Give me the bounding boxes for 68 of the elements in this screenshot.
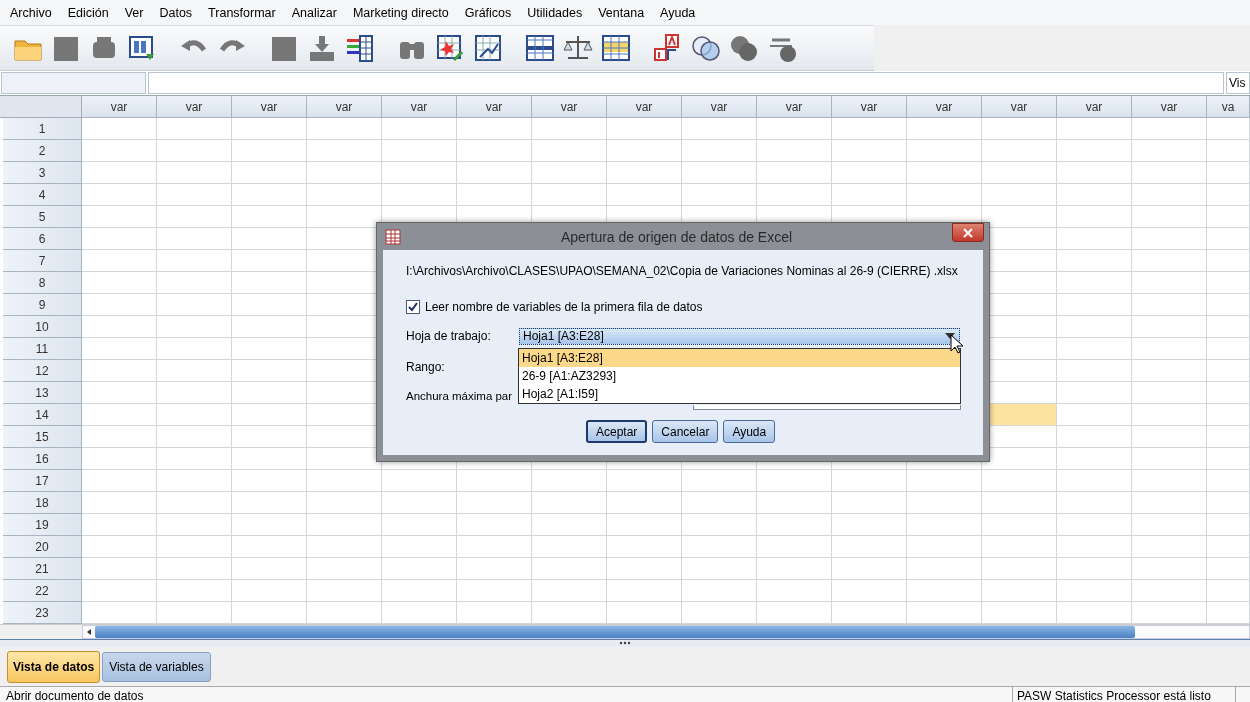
column-header[interactable]: var — [982, 96, 1057, 118]
menu-item[interactable]: Archivo — [2, 5, 60, 20]
processor-status: PASW Statistics Processor está listo — [1013, 687, 1236, 702]
row-header[interactable]: 8 — [3, 272, 82, 294]
row-header[interactable]: 14 — [3, 404, 82, 426]
menu-item[interactable]: Marketing directo — [344, 5, 457, 20]
menu-item[interactable]: Edición — [59, 5, 117, 20]
column-header[interactable]: var — [832, 96, 907, 118]
dropdown-option[interactable]: 26-9 [A1:AZ3293] — [519, 367, 960, 385]
row-header[interactable]: 9 — [3, 294, 82, 316]
dialog-button[interactable]: Aceptar — [586, 420, 648, 443]
column-header[interactable]: var — [607, 96, 682, 118]
row-header[interactable]: 13 — [3, 382, 82, 404]
row-header[interactable]: 17 — [3, 470, 82, 492]
row-header[interactable]: 16 — [3, 448, 82, 470]
worksheet-dropdown[interactable]: Hoja1 [A3:E28] — [519, 327, 960, 345]
menu-item[interactable]: Ventana — [590, 5, 653, 20]
menu-item[interactable]: Ayuda — [652, 5, 704, 20]
row-header[interactable]: 11 — [3, 338, 82, 360]
row-header[interactable]: 15 — [3, 426, 82, 448]
row-header[interactable]: 7 — [3, 250, 82, 272]
menu-item[interactable]: Transformar — [200, 5, 284, 20]
column-header[interactable]: var — [1057, 96, 1132, 118]
view-tab[interactable]: Vista de datos — [7, 650, 101, 683]
view-tab[interactable]: Vista de variables — [102, 651, 211, 682]
column-header[interactable]: var — [157, 96, 232, 118]
column-header[interactable]: var — [682, 96, 757, 118]
file-path: I:\Archivos\Archivo\CLASES\UPAO\SEMANA_02\Copia de Variaciones Nominas al 26-9 (CIERRE) .xlsx — [406, 264, 959, 278]
worksheet-label: Hoja de trabajo: — [406, 329, 492, 343]
row-header[interactable]: 3 — [3, 162, 82, 184]
dropdown-option[interactable]: Hoja1 [A3:E28] — [519, 349, 960, 367]
max-width-label: Anchura máxima par — [406, 390, 513, 402]
dropdown-option[interactable]: Hoja2 [A1:I59] — [519, 385, 960, 403]
row-header[interactable]: 4 — [3, 184, 82, 206]
status-message: Abrir documento de datos — [0, 687, 1013, 702]
dialog-title: Apertura de origen de datos de Excel — [559, 228, 794, 245]
column-header[interactable]: var — [232, 96, 307, 118]
column-header[interactable]: var — [307, 96, 382, 118]
row-header[interactable]: 23 — [3, 602, 82, 624]
row-header[interactable]: 6 — [3, 228, 82, 250]
checkbox-label[interactable]: Leer nombre de variables de la primera fila de datos — [425, 300, 703, 314]
menu-item[interactable]: Utilidades — [519, 5, 591, 20]
column-header[interactable]: va — [1207, 96, 1250, 118]
row-header[interactable]: 10 — [3, 316, 82, 338]
row-header[interactable]: 1 — [3, 118, 82, 140]
row-header[interactable]: 2 — [3, 140, 82, 162]
row-header[interactable]: 5 — [3, 206, 82, 228]
column-header[interactable]: var — [382, 96, 457, 118]
dialog-button[interactable]: Ayuda — [723, 420, 776, 443]
column-header[interactable]: var — [1132, 96, 1207, 118]
row-header[interactable]: 12 — [3, 360, 82, 382]
column-header[interactable]: var — [82, 96, 157, 118]
column-header[interactable]: var — [457, 96, 532, 118]
menu-item[interactable]: Ver — [116, 5, 152, 20]
row-header[interactable]: 19 — [3, 514, 82, 536]
column-header[interactable]: var — [757, 96, 832, 118]
menu-item[interactable]: Gráficos — [456, 5, 520, 20]
dialog-button[interactable]: Cancelar — [652, 420, 719, 443]
row-header[interactable]: 18 — [3, 492, 82, 514]
menu-item[interactable]: Datos — [151, 5, 201, 20]
row-header[interactable]: 20 — [3, 536, 82, 558]
row-header[interactable]: 21 — [3, 558, 82, 580]
range-label: Rango: — [406, 360, 445, 374]
visible-count-label: Vis — [1226, 72, 1250, 94]
menu-item[interactable]: Analizar — [283, 5, 345, 20]
row-header[interactable]: 22 — [3, 580, 82, 602]
column-header[interactable]: var — [532, 96, 607, 118]
column-header[interactable]: var — [907, 96, 982, 118]
